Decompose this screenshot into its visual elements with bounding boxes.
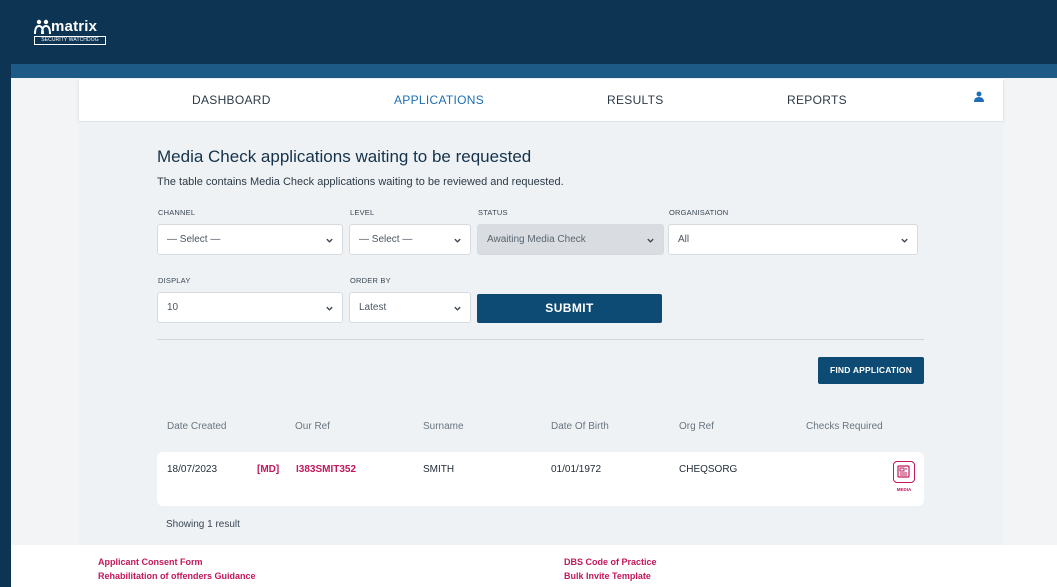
chevron-down-icon [454, 306, 461, 311]
media-check-label: MEDIA [896, 487, 912, 492]
column-header-org-ref: Org Ref [679, 421, 715, 432]
level-select-value: — Select — [359, 234, 413, 245]
display-label: DISPLAY [158, 276, 191, 285]
chevron-down-icon [647, 238, 654, 243]
order-by-select[interactable]: Latest [349, 292, 471, 323]
display-select[interactable]: 10 [157, 292, 343, 323]
cell-our-ref-link[interactable]: I383SMIT352 [296, 464, 356, 475]
channel-label: CHANNEL [158, 208, 196, 217]
column-header-surname: Surname [423, 421, 464, 432]
find-application-button[interactable]: FIND APPLICATION [818, 357, 924, 384]
nav-reports[interactable]: REPORTS [787, 93, 847, 107]
level-label: LEVEL [350, 208, 375, 217]
matrix-logo[interactable]: matrix SECURITY WATCHDOG [34, 18, 112, 45]
channel-select[interactable]: — Select — [157, 224, 343, 255]
footer-link-rehabilitation-guidance[interactable]: Rehabilitation of offenders Guidance [98, 571, 256, 581]
top-header-bar: matrix SECURITY WATCHDOG [0, 0, 1057, 64]
section-divider [157, 339, 924, 340]
chevron-down-icon [901, 238, 908, 243]
display-select-value: 10 [167, 302, 179, 313]
chevron-down-icon [454, 238, 461, 243]
cell-date-created: 18/07/2023 [167, 464, 218, 475]
newspaper-icon [897, 465, 910, 478]
results-count: Showing 1 result [166, 519, 240, 530]
organisation-select-value: All [678, 234, 690, 245]
people-logo-icon [34, 19, 51, 35]
table-row[interactable] [157, 452, 924, 506]
brand-name: matrix [51, 18, 98, 35]
cell-tag: [MD] [257, 464, 280, 475]
footer-link-dbs-code[interactable]: DBS Code of Practice [564, 557, 657, 567]
status-label: STATUS [478, 208, 508, 217]
column-header-date-of-birth: Date Of Birth [551, 421, 609, 432]
footer-link-applicant-consent[interactable]: Applicant Consent Form [98, 557, 203, 567]
cell-surname: SMITH [423, 464, 455, 475]
cell-date-of-birth: 01/01/1972 [551, 464, 602, 475]
brand-tagline: SECURITY WATCHDOG [34, 36, 106, 45]
cell-org-ref: CHEQSORG [679, 464, 738, 475]
channel-select-value: — Select — [167, 234, 221, 245]
page-description: The table contains Media Check applicati… [157, 176, 564, 188]
page-title: Media Check applications waiting to be r… [157, 147, 532, 166]
status-select: Awaiting Media Check [477, 224, 664, 255]
order-by-select-value: Latest [359, 302, 387, 313]
nav-applications[interactable]: APPLICATIONS [394, 93, 484, 107]
level-select[interactable]: — Select — [349, 224, 471, 255]
column-header-our-ref: Our Ref [295, 421, 331, 432]
organisation-label: ORGANISATION [669, 208, 729, 217]
chevron-down-icon [326, 306, 333, 311]
organisation-select[interactable]: All [668, 224, 918, 255]
header-sub-bar [11, 64, 1057, 78]
nav-dashboard[interactable]: DASHBOARD [192, 93, 271, 107]
main-navigation: DASHBOARD APPLICATIONS RESULTS REPORTS [79, 79, 1003, 122]
order-by-label: ORDER BY [350, 276, 391, 285]
submit-button[interactable]: SUBMIT [477, 294, 662, 323]
nav-results[interactable]: RESULTS [607, 93, 664, 107]
user-icon[interactable] [974, 91, 984, 102]
media-check-icon[interactable] [893, 461, 915, 483]
column-header-date-created: Date Created [167, 421, 227, 432]
chevron-down-icon [326, 238, 333, 243]
footer-link-bulk-invite[interactable]: Bulk Invite Template [564, 571, 651, 581]
left-frame-strip [0, 0, 11, 587]
column-header-checks-required: Checks Required [806, 421, 883, 432]
status-select-value: Awaiting Media Check [487, 234, 586, 245]
